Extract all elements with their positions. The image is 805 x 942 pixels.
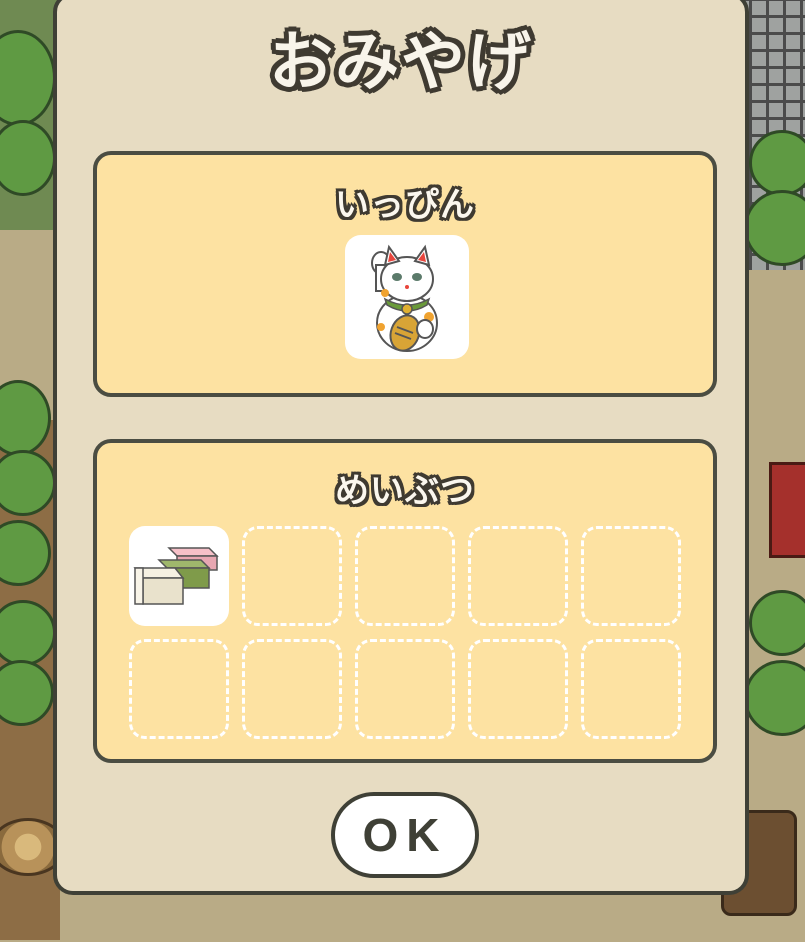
empty-slot xyxy=(468,639,568,739)
empty-slot xyxy=(581,526,681,626)
souvenir-dialog: おみやげ いっぴん めいぶつ OK xyxy=(53,0,749,895)
empty-slot xyxy=(242,639,342,739)
local-goods-label: めいぶつ xyxy=(335,471,475,511)
empty-slot xyxy=(129,639,229,739)
empty-slot xyxy=(468,526,568,626)
empty-slot xyxy=(355,526,455,626)
leaf-decoration xyxy=(0,30,56,126)
empty-slot xyxy=(355,639,455,739)
maneki-neko-icon xyxy=(371,244,438,352)
yokan-sweets-icon xyxy=(133,547,219,605)
ok-button[interactable]: OK xyxy=(331,792,479,878)
leaf-decoration xyxy=(0,120,56,196)
specialty-label: いっぴん xyxy=(335,185,475,225)
maneki-neko-slot[interactable] xyxy=(345,235,469,359)
empty-slot xyxy=(581,639,681,739)
yokan-slot[interactable] xyxy=(129,526,229,626)
mailbox xyxy=(769,462,805,558)
empty-slot xyxy=(242,526,342,626)
local-goods-section: めいぶつ xyxy=(93,439,717,763)
specialty-section: いっぴん xyxy=(93,151,717,397)
dialog-title: おみやげ xyxy=(269,26,533,100)
